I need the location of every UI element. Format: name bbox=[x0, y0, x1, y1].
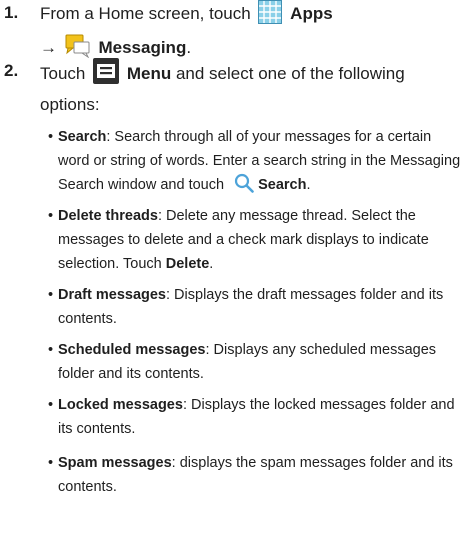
list-item: • Delete threads: Delete any message thr… bbox=[48, 204, 464, 276]
search-label: Search bbox=[258, 177, 307, 193]
list-item: • Draft messages: Displays the draft mes… bbox=[48, 283, 464, 331]
apps-label: Apps bbox=[290, 4, 333, 23]
step-text: Touch bbox=[40, 64, 86, 83]
bullet: • bbox=[48, 208, 54, 224]
bullet: • bbox=[48, 342, 54, 358]
step-2: 2. Touch Menu and select one of the foll… bbox=[4, 58, 466, 118]
instruction-page: 1. From a Home screen, touch Apps → Mess… bbox=[0, 0, 472, 540]
arrow: → bbox=[40, 38, 57, 57]
option-term: Delete threads bbox=[58, 208, 158, 224]
bullet: • bbox=[48, 397, 54, 413]
option-term: Scheduled messages bbox=[58, 342, 206, 358]
step-1-text: From a Home screen, touch Apps → Messagi… bbox=[40, 0, 466, 66]
step-number: 2. bbox=[4, 61, 19, 80]
menu-icon bbox=[93, 58, 120, 92]
step-text: From a Home screen, touch bbox=[40, 4, 251, 23]
list-item: • Spam messages: displays the spam messa… bbox=[48, 451, 464, 499]
option-term: Search bbox=[58, 129, 107, 145]
search-icon bbox=[234, 173, 254, 201]
step-number: 1. bbox=[4, 3, 19, 22]
delete-label: Delete bbox=[165, 256, 210, 272]
bullet: • bbox=[48, 129, 54, 145]
step-1: 1. From a Home screen, touch Apps → Mess… bbox=[4, 0, 466, 66]
option-term: Locked messages bbox=[58, 397, 183, 413]
option-term: Spam messages bbox=[58, 455, 172, 471]
bullet: • bbox=[48, 287, 54, 303]
period: . bbox=[306, 177, 311, 193]
messaging-label: Messaging bbox=[98, 38, 187, 57]
period: . bbox=[186, 38, 192, 57]
option-term: Draft messages bbox=[58, 287, 166, 303]
apps-grid-icon bbox=[258, 0, 283, 32]
list-item: • Locked messages: Displays the locked m… bbox=[48, 393, 464, 441]
period: . bbox=[209, 256, 214, 272]
list-item: • Scheduled messages: Displays any sched… bbox=[48, 338, 464, 386]
step-2-text: Touch Menu and select one of the followi… bbox=[40, 58, 466, 118]
bullet: • bbox=[48, 455, 54, 471]
menu-label: Menu bbox=[126, 64, 172, 83]
list-item: • Search: Search through all of your mes… bbox=[48, 125, 464, 201]
